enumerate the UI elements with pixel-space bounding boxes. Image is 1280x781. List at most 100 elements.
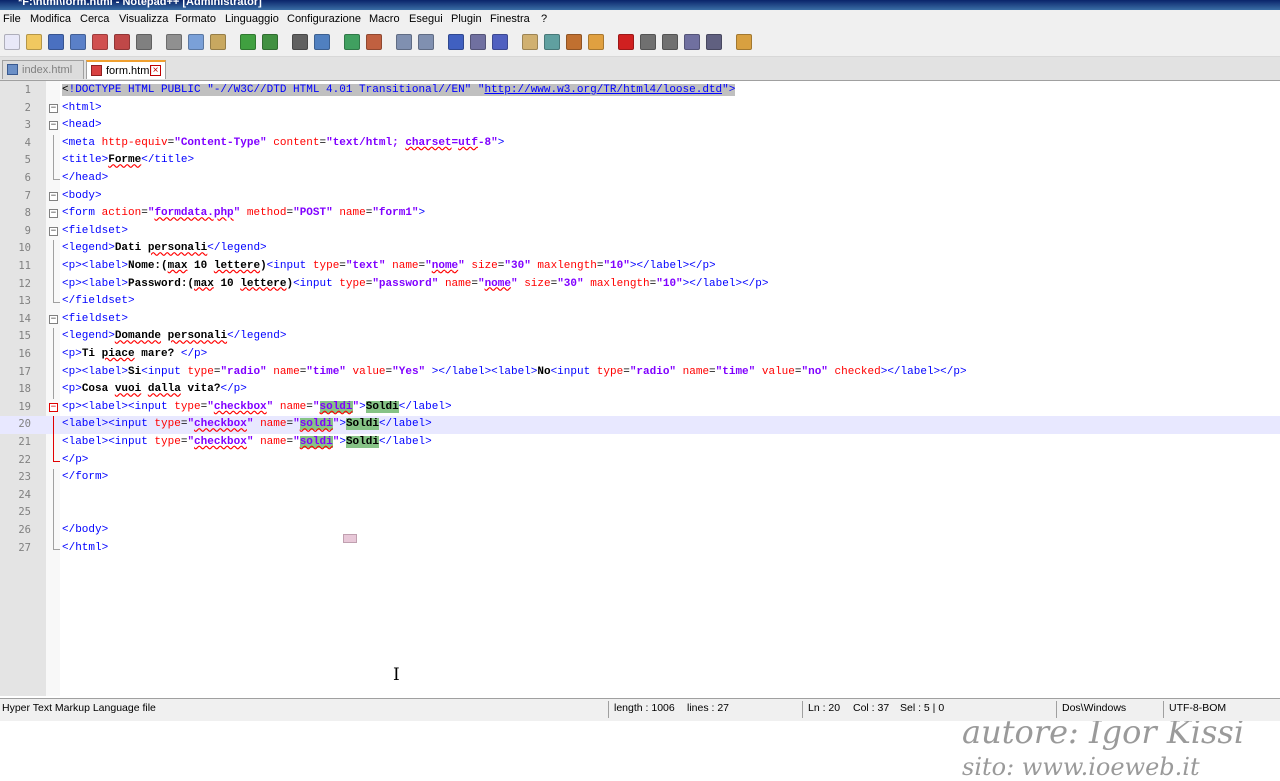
line-number: 25 bbox=[18, 506, 31, 519]
fold-line bbox=[53, 522, 54, 540]
code-line[interactable]: 27 </html> bbox=[0, 539, 1280, 558]
function-list-icon[interactable] bbox=[566, 34, 582, 50]
status-length: length : 1006 bbox=[614, 702, 675, 714]
menu-file[interactable]: File bbox=[3, 13, 21, 25]
word-wrap-icon[interactable] bbox=[448, 34, 464, 50]
menu-esegui[interactable]: Esegui bbox=[409, 13, 443, 25]
fold-end bbox=[53, 451, 60, 462]
sync-vertical-icon[interactable] bbox=[396, 34, 412, 50]
doc-map-icon[interactable] bbox=[544, 34, 560, 50]
playback-icon[interactable] bbox=[662, 34, 678, 50]
copy-icon[interactable] bbox=[188, 34, 204, 50]
code-line[interactable]: 14 − <fieldset> bbox=[0, 311, 1280, 329]
code-line[interactable]: 18 <p>Cosa vuoi dalla vita?</p> bbox=[0, 381, 1280, 399]
new-file-icon[interactable] bbox=[4, 34, 20, 50]
menu-formato[interactable]: Formato bbox=[175, 13, 216, 25]
code-line[interactable]: 6 </head> bbox=[0, 170, 1280, 188]
open-file-icon[interactable] bbox=[26, 34, 42, 50]
close-tab-icon[interactable]: × bbox=[150, 65, 161, 76]
code-line[interactable]: 15 <legend>Domande personali</legend> bbox=[0, 328, 1280, 346]
line-number: 16 bbox=[18, 348, 31, 360]
fold-toggle-icon[interactable]: − bbox=[49, 121, 58, 131]
print-icon[interactable] bbox=[136, 34, 152, 50]
code-line[interactable]: 1 <!DOCTYPE HTML PUBLIC "-//W3C//DTD HTML… bbox=[0, 82, 1280, 100]
code-line[interactable]: 13 </fieldset> bbox=[0, 293, 1280, 311]
code-line[interactable]: 19 − <p><label><input type="checkbox" name… bbox=[0, 399, 1280, 417]
menu-configurazione[interactable]: Configurazione bbox=[287, 13, 361, 25]
menu-macro[interactable]: Macro bbox=[369, 13, 400, 25]
code-line[interactable]: 25 bbox=[0, 504, 1280, 522]
code-line[interactable]: 17 <p><label>Si<input type="radio" name="… bbox=[0, 363, 1280, 382]
code-line[interactable]: 23 </form> bbox=[0, 469, 1280, 487]
find-icon[interactable] bbox=[292, 34, 308, 50]
line-number: 10 bbox=[18, 242, 31, 255]
show-all-chars-icon[interactable] bbox=[470, 34, 486, 50]
code-line[interactable]: 7 − <body> bbox=[0, 188, 1280, 206]
run-macro-multiple-icon[interactable] bbox=[684, 34, 700, 50]
code-line[interactable]: 12 <p><label>Password:(max 10 lettere)<in… bbox=[0, 275, 1280, 294]
code-editor[interactable]: 1 <!DOCTYPE HTML PUBLIC "-//W3C//DTD HTML… bbox=[0, 81, 1280, 781]
menu-help[interactable]: ? bbox=[541, 13, 547, 25]
folder-workspace-icon[interactable] bbox=[588, 34, 604, 50]
tab-label: form.html bbox=[106, 65, 152, 77]
code-line[interactable]: 24 bbox=[0, 486, 1280, 505]
stop-recording-icon[interactable] bbox=[640, 34, 656, 50]
code-line[interactable]: 20 <label><input type="checkbox" name="so… bbox=[0, 416, 1280, 434]
status-encoding: UTF-8-BOM bbox=[1169, 702, 1227, 714]
code-line[interactable]: 10 <legend>Dati personali</legend> bbox=[0, 240, 1280, 258]
save-icon[interactable] bbox=[48, 34, 64, 50]
fold-toggle-icon[interactable]: − bbox=[49, 314, 58, 324]
fold-toggle-icon[interactable]: − bbox=[49, 402, 58, 412]
fold-toggle-icon[interactable]: − bbox=[49, 191, 58, 201]
code-text: <p><label>Nome:(max 10 lettere)<input ty… bbox=[62, 260, 716, 272]
code-line[interactable]: 11 <p><label>Nome:(max 10 lettere)<input … bbox=[0, 258, 1280, 276]
line-number: 22 bbox=[18, 453, 31, 466]
code-line[interactable]: 4 <meta http-equiv="Content-Type" content… bbox=[0, 134, 1280, 153]
code-line[interactable]: 26 </body> bbox=[0, 522, 1280, 540]
line-number: 5 bbox=[24, 154, 31, 167]
code-line[interactable]: 8 − <form action="formdata.php" method="PO… bbox=[0, 205, 1280, 223]
fold-toggle-icon[interactable]: − bbox=[49, 103, 58, 113]
close-all-icon[interactable] bbox=[114, 34, 130, 50]
code-line[interactable]: 9 − <fieldset> bbox=[0, 223, 1280, 241]
save-macro-icon[interactable] bbox=[706, 34, 722, 50]
line-number: 26 bbox=[18, 524, 31, 536]
user-language-icon[interactable] bbox=[522, 34, 538, 50]
tab-index-html[interactable]: index.html bbox=[2, 60, 84, 79]
code-line[interactable]: 2 − <html> bbox=[0, 100, 1280, 118]
zoom-out-icon[interactable] bbox=[366, 34, 382, 50]
close-icon[interactable] bbox=[92, 34, 108, 50]
code-line[interactable]: 22 </p> bbox=[0, 451, 1280, 470]
menu-cerca[interactable]: Cerca bbox=[80, 13, 109, 25]
launch-browser-icon[interactable] bbox=[736, 34, 752, 50]
start-recording-icon[interactable] bbox=[618, 34, 634, 50]
menu-modifica[interactable]: Modifica bbox=[30, 13, 71, 25]
menu-linguaggio[interactable]: Linguaggio bbox=[225, 13, 279, 25]
menu-visualizza[interactable]: Visualizza bbox=[119, 13, 168, 25]
fold-toggle-icon[interactable]: − bbox=[49, 226, 58, 236]
code-line[interactable]: 21 <label><input type="checkbox" name="so… bbox=[0, 434, 1280, 452]
tab-form-html[interactable]: form.html × bbox=[86, 60, 166, 79]
fold-toggle-icon[interactable]: − bbox=[49, 209, 58, 219]
redo-icon[interactable] bbox=[262, 34, 278, 50]
code-text: </head> bbox=[62, 172, 109, 184]
code-line[interactable]: 16 <p>Ti piace mare? </p> bbox=[0, 346, 1280, 364]
paste-icon[interactable] bbox=[210, 34, 226, 50]
sync-horizontal-icon[interactable] bbox=[418, 34, 434, 50]
cut-icon[interactable] bbox=[166, 34, 182, 50]
undo-icon[interactable] bbox=[240, 34, 256, 50]
menu-finestra[interactable]: Finestra bbox=[490, 13, 530, 25]
zoom-in-icon[interactable] bbox=[344, 34, 360, 50]
line-number: 17 bbox=[18, 365, 31, 378]
fold-line bbox=[53, 152, 54, 170]
indent-guide-icon[interactable] bbox=[492, 34, 508, 50]
status-bar: Hyper Text Markup Language file length :… bbox=[0, 698, 1280, 721]
status-ln: Ln : 20 bbox=[808, 702, 841, 714]
code-line[interactable]: 3 − <head> bbox=[0, 117, 1280, 135]
menu-plugin[interactable]: Plugin bbox=[451, 13, 482, 25]
replace-icon[interactable] bbox=[314, 34, 330, 50]
code-line[interactable]: 5 <title>Forme</title> bbox=[0, 152, 1280, 170]
save-all-icon[interactable] bbox=[70, 34, 86, 50]
line-number: 6 bbox=[24, 172, 31, 184]
line-number: 9 bbox=[24, 224, 31, 237]
